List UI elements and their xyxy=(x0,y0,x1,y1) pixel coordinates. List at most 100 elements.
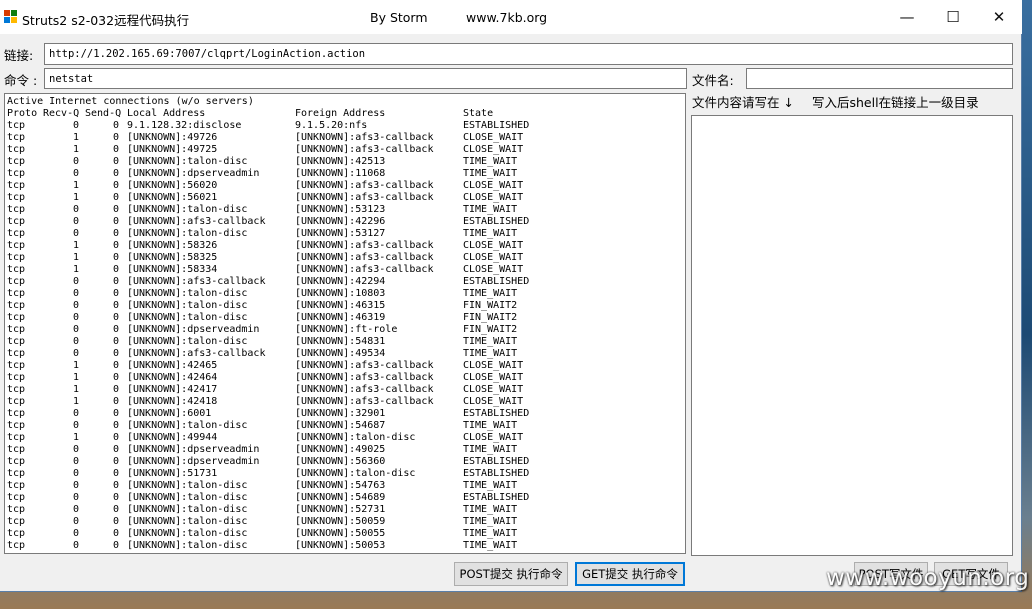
cell-local: [UNKNOWN]:51731 xyxy=(127,468,218,479)
output-row: tcp 1 0 [UNKNOWN]:49944 [UNKNOWN]:talon-disc… xyxy=(7,432,685,444)
output-row: tcp 0 0 [UNKNOWN]:talon-disc [UNKNOWN]:54689… xyxy=(7,492,685,504)
cell-recv: 0 xyxy=(72,156,79,167)
cell-proto: tcp xyxy=(7,492,26,503)
output-row: tcp 0 0 [UNKNOWN]:6001 [UNKNOWN]:32901 ESTABL… xyxy=(7,408,685,420)
close-button[interactable]: ✕ xyxy=(976,0,1022,34)
output-row: tcp 0 0 [UNKNOWN]:talon-disc [UNKNOWN]:46315… xyxy=(7,300,685,312)
cell-send: 0 xyxy=(112,168,119,179)
cell-proto: tcp xyxy=(7,252,26,263)
cell-recv: 1 xyxy=(72,372,79,383)
cell-foreign: [UNKNOWN]:afs3-callback xyxy=(295,192,434,203)
cell-recv: 1 xyxy=(72,252,79,263)
file-content-textarea[interactable] xyxy=(691,115,1013,556)
output-row: tcp 0 0 [UNKNOWN]:dpserveadmin [UNKNOWN]:110… xyxy=(7,168,685,180)
minimize-button[interactable]: — xyxy=(884,0,930,34)
cell-send: 0 xyxy=(112,192,119,203)
cell-proto: tcp xyxy=(7,156,26,167)
filename-input[interactable] xyxy=(746,68,1013,89)
output-row: tcp 0 0 [UNKNOWN]:talon-disc [UNKNOWN]:10803… xyxy=(7,288,685,300)
cell-recv: 1 xyxy=(72,432,79,443)
command-output-textarea[interactable]: Active Internet connections (w/o servers… xyxy=(4,93,686,554)
cell-state: CLOSE_WAIT xyxy=(463,180,524,191)
cell-state: TIME_WAIT xyxy=(463,204,518,215)
cell-send: 0 xyxy=(112,288,119,299)
output-row: tcp 1 0 [UNKNOWN]:49726 [UNKNOWN]:afs3-callb… xyxy=(7,132,685,144)
cell-state: CLOSE_WAIT xyxy=(463,384,524,395)
cell-send: 0 xyxy=(112,252,119,263)
cell-state: TIME_WAIT xyxy=(463,504,518,515)
cell-state: ESTABLISHED xyxy=(463,408,530,419)
cell-state: CLOSE_WAIT xyxy=(463,396,524,407)
filename-label: 文件名: xyxy=(692,73,734,88)
cell-recv: 0 xyxy=(72,204,79,215)
cell-send: 0 xyxy=(112,504,119,515)
cell-state: CLOSE_WAIT xyxy=(463,252,524,263)
cell-foreign: 9.1.5.20:nfs xyxy=(295,120,368,131)
cell-send: 0 xyxy=(112,348,119,359)
cell-recv: 0 xyxy=(72,228,79,239)
cell-foreign: [UNKNOWN]:ft-role xyxy=(295,324,398,335)
cell-foreign: [UNKNOWN]:50059 xyxy=(295,516,386,527)
command-input[interactable]: netstat xyxy=(44,68,687,89)
cell-local: [UNKNOWN]:talon-disc xyxy=(127,300,248,311)
cell-local: [UNKNOWN]:talon-disc xyxy=(127,528,248,539)
cell-send: 0 xyxy=(112,480,119,491)
cell-proto: tcp xyxy=(7,360,26,371)
cell-send: 0 xyxy=(112,132,119,143)
post-exec-button[interactable]: POST提交 执行命令 xyxy=(454,562,568,586)
cell-recv: 0 xyxy=(72,516,79,527)
maximize-button[interactable]: ☐ xyxy=(930,0,976,34)
get-exec-button[interactable]: GET提交 执行命令 xyxy=(575,562,685,586)
cell-foreign: [UNKNOWN]:afs3-callback xyxy=(295,144,434,155)
cell-proto: tcp xyxy=(7,132,26,143)
cell-foreign: [UNKNOWN]:afs3-callback xyxy=(295,372,434,383)
path-hint-label: 写入后shell在链接上一级目录 xyxy=(812,95,979,110)
cell-send: 0 xyxy=(112,492,119,503)
cell-local: [UNKNOWN]:dpserveadmin xyxy=(127,324,260,335)
cell-proto: tcp xyxy=(7,264,26,275)
cell-proto: tcp xyxy=(7,216,26,227)
watermark-text: www.wooyun.org xyxy=(826,565,1030,591)
output-row: tcp 0 0 [UNKNOWN]:dpserveadmin [UNKNOWN]:ft-… xyxy=(7,324,685,336)
cell-recv: 0 xyxy=(72,528,79,539)
cell-proto: tcp xyxy=(7,540,26,551)
cell-foreign: [UNKNOWN]:50053 xyxy=(295,540,386,551)
window-title: Struts2 s2-032远程代码执行 xyxy=(22,13,190,28)
cell-recv: 1 xyxy=(72,396,79,407)
cell-foreign: [UNKNOWN]:46319 xyxy=(295,312,386,323)
cell-send: 0 xyxy=(112,300,119,311)
cell-proto: tcp xyxy=(7,144,26,155)
output-row: tcp 0 0 [UNKNOWN]:talon-disc [UNKNOWN]:52731… xyxy=(7,504,685,516)
cell-state: CLOSE_WAIT xyxy=(463,144,524,155)
content-hint-label: 文件内容请写在 ↓ xyxy=(692,95,794,110)
cell-local: [UNKNOWN]:talon-disc xyxy=(127,312,248,323)
cell-recv: 0 xyxy=(72,336,79,347)
cell-send: 0 xyxy=(112,204,119,215)
cell-local: [UNKNOWN]:42465 xyxy=(127,360,218,371)
cell-foreign: [UNKNOWN]:54687 xyxy=(295,420,386,431)
cell-foreign: [UNKNOWN]:10803 xyxy=(295,288,386,299)
cell-local: [UNKNOWN]:talon-disc xyxy=(127,492,248,503)
header-state: State xyxy=(463,108,494,119)
cell-foreign: [UNKNOWN]:32901 xyxy=(295,408,386,419)
cell-local: [UNKNOWN]:talon-disc xyxy=(127,516,248,527)
cell-foreign: [UNKNOWN]:afs3-callback xyxy=(295,180,434,191)
cell-proto: tcp xyxy=(7,192,26,203)
cell-foreign: [UNKNOWN]:49025 xyxy=(295,444,386,455)
title-bar[interactable]: Struts2 s2-032远程代码执行 By Storm www.7kb.or… xyxy=(0,0,1022,34)
cell-proto: tcp xyxy=(7,384,26,395)
cell-foreign: [UNKNOWN]:42513 xyxy=(295,156,386,167)
output-row: tcp 1 0 [UNKNOWN]:56020 [UNKNOWN]:afs3-callb… xyxy=(7,180,685,192)
cell-local: [UNKNOWN]:58326 xyxy=(127,240,218,251)
cell-state: CLOSE_WAIT xyxy=(463,264,524,275)
cell-send: 0 xyxy=(112,420,119,431)
cell-send: 0 xyxy=(112,384,119,395)
output-row: tcp 1 0 [UNKNOWN]:56021 [UNKNOWN]:afs3-callb… xyxy=(7,192,685,204)
cell-state: CLOSE_WAIT xyxy=(463,432,524,443)
cell-state: CLOSE_WAIT xyxy=(463,132,524,143)
cell-send: 0 xyxy=(112,432,119,443)
cell-recv: 0 xyxy=(72,120,79,131)
output-row: tcp 0 0 [UNKNOWN]:talon-disc [UNKNOWN]:54687… xyxy=(7,420,685,432)
link-input[interactable]: http://1.202.165.69:7007/clqprt/LoginAct… xyxy=(44,43,1013,65)
cell-proto: tcp xyxy=(7,444,26,455)
